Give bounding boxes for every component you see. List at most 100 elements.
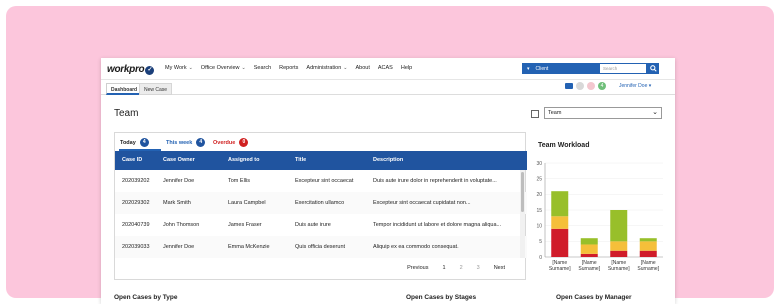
table-cell: Excepteur sint occaecat cupidatat non... bbox=[373, 200, 471, 206]
bar-segment bbox=[551, 228, 569, 257]
count-badge: 4 bbox=[139, 138, 149, 147]
count-badge: 0 bbox=[239, 138, 249, 147]
cases-panel: Today 4 This week 4 Overdue 0 Case ID Case … bbox=[114, 132, 527, 280]
chevron-down-icon: ⌄ bbox=[343, 65, 348, 71]
notification-badge[interactable]: 4 bbox=[598, 82, 606, 90]
table-cell: Excepteur sint occaecat bbox=[295, 178, 354, 184]
nav-item-about[interactable]: About bbox=[355, 65, 369, 71]
column-header[interactable]: Case Owner bbox=[163, 157, 195, 163]
table-cell: Duis aute irure dolor in reprehenderit i… bbox=[373, 178, 497, 184]
x-tick-label: Surname] bbox=[637, 266, 659, 272]
table-cell: 202029302 bbox=[122, 200, 150, 206]
tab-today[interactable]: Today 4 bbox=[120, 138, 149, 147]
section-title-stages: Open Cases by Stages bbox=[406, 294, 477, 301]
tab-new-case[interactable]: New Case bbox=[139, 83, 173, 95]
column-header[interactable]: Title bbox=[295, 157, 306, 163]
table-cell: Jennifer Doe bbox=[163, 178, 195, 184]
table-row[interactable]: 202029302 Mark Smith Laura Campbel Exercita… bbox=[115, 192, 527, 214]
y-tick-label: 30 bbox=[536, 161, 542, 167]
workpro-logo[interactable]: workpro ✓ bbox=[107, 64, 155, 75]
team-workload-chart: 302520151050[NameSurname][NameSurname][N… bbox=[536, 161, 663, 272]
y-tick-label: 15 bbox=[536, 208, 542, 214]
table-header: Case ID Case Owner Assigned to Title Des… bbox=[115, 151, 527, 170]
nav-item-administration[interactable]: Administration ⌄ bbox=[306, 65, 347, 71]
tab-dashboard[interactable]: Dashboard bbox=[106, 83, 143, 95]
table-cell: James Fraser bbox=[228, 222, 262, 228]
table-cell: John Thomson bbox=[163, 222, 200, 228]
page-title: Team bbox=[114, 108, 139, 119]
bar-segment bbox=[580, 238, 598, 245]
avatar[interactable] bbox=[576, 82, 584, 90]
case-period-tabs: Today 4 This week 4 Overdue 0 bbox=[115, 133, 527, 151]
column-header[interactable]: Case ID bbox=[122, 157, 142, 163]
search-button[interactable] bbox=[647, 63, 659, 74]
table-row[interactable]: 202039033 Jennifer Doe Emma McKenzie Quis o… bbox=[115, 236, 527, 258]
main-menu: My Work ⌄ Office Overview ⌄ Search Reports Adm… bbox=[165, 65, 412, 71]
table-cell: Laura Campbel bbox=[228, 200, 266, 206]
pagination: Previous 1 2 3 Next bbox=[407, 265, 505, 271]
table-cell: 202039033 bbox=[122, 244, 150, 250]
tab-overdue[interactable]: Overdue 0 bbox=[213, 138, 249, 147]
mail-icon[interactable] bbox=[565, 83, 573, 89]
column-header[interactable]: Assigned to bbox=[228, 157, 259, 163]
table-cell: Tempor incididunt ut labore et dolore ma… bbox=[373, 222, 502, 228]
chevron-down-icon: ⌄ bbox=[188, 65, 193, 71]
nav-item-my-work[interactable]: My Work ⌄ bbox=[165, 65, 193, 71]
table-cell: Quis officia deserunt bbox=[295, 244, 346, 250]
header-utilities: 4 Jennifer Doe ▾ bbox=[565, 82, 651, 90]
grid-view-icon[interactable] bbox=[531, 110, 539, 118]
bar-segment bbox=[639, 250, 657, 257]
chevron-down-icon: ⌄ bbox=[241, 65, 246, 71]
column-header[interactable]: Description bbox=[373, 157, 403, 163]
scrollbar-thumb[interactable] bbox=[521, 172, 524, 212]
nav-item-help[interactable]: Help bbox=[401, 65, 412, 71]
y-tick-label: 10 bbox=[536, 223, 542, 229]
user-menu[interactable]: Jennifer Doe ▾ bbox=[619, 83, 651, 89]
nav-item-reports[interactable]: Reports bbox=[279, 65, 298, 71]
app-window: workpro ✓ My Work ⌄ Office Overview ⌄ Search R… bbox=[101, 58, 675, 304]
search-icon bbox=[649, 65, 657, 72]
chevron-down-icon: ⌄ bbox=[652, 109, 658, 116]
bar-segment bbox=[610, 250, 628, 257]
table-cell: 202040739 bbox=[122, 222, 150, 228]
workload-title: Team Workload bbox=[538, 142, 590, 149]
x-tick-label: Surname] bbox=[578, 266, 600, 272]
y-tick-label: 0 bbox=[539, 255, 542, 261]
table-cell: Tom Ellis bbox=[228, 178, 251, 184]
scrollbar[interactable] bbox=[520, 170, 525, 258]
bar-segment bbox=[639, 241, 657, 251]
avatar[interactable] bbox=[587, 82, 595, 90]
logo-mark-icon: ✓ bbox=[145, 66, 155, 75]
tab-this-week[interactable]: This week 4 bbox=[166, 138, 206, 147]
next-page-button[interactable]: Next bbox=[494, 265, 505, 271]
nav-item-acas[interactable]: ACAS bbox=[378, 65, 393, 71]
nav-item-search[interactable]: Search bbox=[254, 65, 271, 71]
caret-down-icon: ▾ bbox=[648, 83, 652, 89]
table-cell: Emma McKenzie bbox=[228, 244, 270, 250]
page-button[interactable]: 3 bbox=[477, 265, 480, 271]
table-cell: Exercitation ullamco bbox=[295, 200, 345, 206]
global-search: ▾ Client Search bbox=[522, 63, 659, 74]
table-cell: Jennifer Doe bbox=[163, 244, 195, 250]
table-row[interactable]: 202039202 Jennifer Doe Tom Ellis Excepteur … bbox=[115, 170, 527, 192]
table-row[interactable]: 202040739 John Thomson James Fraser Duis au… bbox=[115, 214, 527, 236]
section-title-type: Open Cases by Type bbox=[114, 294, 178, 301]
search-input[interactable]: Search bbox=[599, 63, 647, 74]
search-scope-dropdown[interactable]: ▾ Client bbox=[522, 63, 599, 74]
y-tick-label: 25 bbox=[536, 176, 542, 182]
y-tick-label: 5 bbox=[539, 239, 542, 245]
previous-page-button[interactable]: Previous bbox=[407, 265, 428, 271]
bar-segment bbox=[551, 191, 569, 217]
x-tick-label: Surname] bbox=[549, 266, 571, 272]
bar-segment bbox=[580, 244, 598, 254]
team-selector[interactable]: Team ⌄ bbox=[544, 107, 662, 119]
page-button[interactable]: 2 bbox=[460, 265, 463, 271]
table-cell: Aliquip ex ea commodo consequat. bbox=[373, 244, 459, 250]
section-title-manager: Open Cases by Manager bbox=[556, 294, 632, 301]
nav-item-office-overview[interactable]: Office Overview ⌄ bbox=[201, 65, 246, 71]
caret-down-icon: ▾ bbox=[527, 65, 530, 72]
table-cell: Duis aute irure bbox=[295, 222, 331, 228]
bar-segment bbox=[551, 216, 569, 229]
bar-segment bbox=[580, 253, 598, 257]
page-button[interactable]: 1 bbox=[443, 265, 446, 271]
